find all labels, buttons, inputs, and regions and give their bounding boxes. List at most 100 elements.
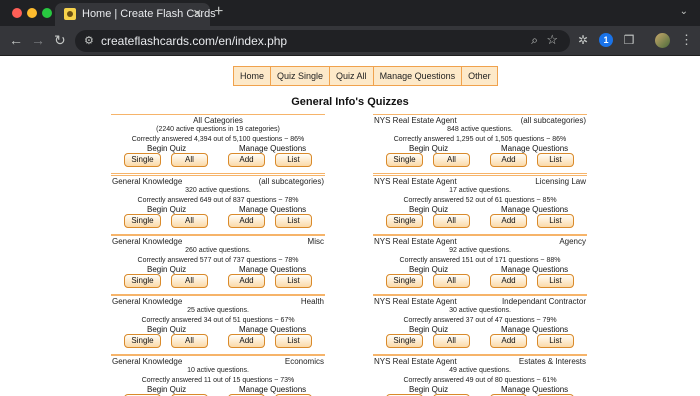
quiz-category-card: All Categories (2240 active questions in … [111, 114, 325, 174]
list-questions-button[interactable]: List [275, 214, 312, 228]
add-question-button[interactable]: Add [228, 274, 265, 288]
extensions-puzzle-icon[interactable]: ❒ [622, 33, 636, 47]
manage-questions-label: Manage Questions [501, 385, 569, 394]
category-name: NYS Real Estate Agent [374, 357, 457, 366]
add-question-button[interactable]: Add [228, 214, 265, 228]
all-quiz-button[interactable]: All [433, 214, 470, 228]
subcategory-name: Agency [559, 237, 586, 246]
begin-quiz-label: Begin Quiz [147, 144, 187, 153]
all-quiz-button[interactable]: All [433, 153, 470, 167]
add-question-button[interactable]: Add [228, 334, 265, 348]
nav-quiz-single[interactable]: Quiz Single [271, 67, 331, 85]
close-window-button[interactable] [12, 8, 22, 18]
all-quiz-button[interactable]: All [171, 334, 208, 348]
quiz-category-card: General Knowledge Economics 10 active ques… [111, 355, 325, 396]
category-name: General Knowledge [112, 237, 183, 246]
list-questions-button[interactable]: List [537, 274, 574, 288]
nav-manage-questions[interactable]: Manage Questions [374, 67, 463, 85]
profile-avatar[interactable] [655, 33, 670, 48]
quiz-category-card: NYS Real Estate Agent Estates & Interests… [373, 355, 587, 396]
all-quiz-button[interactable]: All [433, 334, 470, 348]
address-bar[interactable]: ⚙ createflashcards.com/en/index.php ⌕ ☆ [75, 30, 570, 52]
page-content: Home Quiz Single Quiz All Manage Questio… [0, 57, 700, 396]
correct-answers-stat: Correctly answered 34 out of 51 question… [141, 317, 295, 324]
nav-other[interactable]: Other [462, 67, 497, 85]
browser-titlebar: Home | Create Flash Cards ✕ + ⌄ [0, 0, 700, 26]
list-questions-button[interactable]: List [537, 153, 574, 167]
correct-answers-stat: Correctly answered 151 out of 171 questi… [399, 257, 561, 264]
quiz-category-card: NYS Real Estate Agent Agency 92 active que… [373, 235, 587, 295]
category-name: NYS Real Estate Agent [374, 237, 457, 246]
subcategory-name: Health [300, 297, 324, 306]
list-questions-button[interactable]: List [537, 214, 574, 228]
single-quiz-button[interactable]: Single [386, 153, 423, 167]
browser-menu-icon[interactable]: ⋮ [680, 32, 693, 48]
browser-tab[interactable]: Home | Create Flash Cards ✕ [55, 3, 216, 26]
subcategory-name: Estates & Interests [518, 357, 586, 366]
browser-toolbar: ← → ↻ ⚙ createflashcards.com/en/index.ph… [0, 26, 700, 56]
manage-questions-label: Manage Questions [501, 205, 569, 214]
begin-quiz-label: Begin Quiz [409, 205, 449, 214]
single-quiz-button[interactable]: Single [386, 214, 423, 228]
nav-home[interactable]: Home [234, 67, 272, 85]
list-questions-button[interactable]: List [275, 274, 312, 288]
category-title: All Categories [193, 116, 243, 125]
single-quiz-button[interactable]: Single [124, 334, 161, 348]
single-quiz-button[interactable]: Single [386, 334, 423, 348]
add-question-button[interactable]: Add [490, 334, 527, 348]
subcategory-name: Economics [284, 357, 324, 366]
forward-icon[interactable]: → [31, 32, 45, 48]
begin-quiz-label: Begin Quiz [147, 385, 187, 394]
new-tab-button[interactable]: + [214, 3, 223, 21]
page-title: General Info's Quizzes [291, 96, 409, 108]
add-question-button[interactable]: Add [490, 214, 527, 228]
all-quiz-button[interactable]: All [433, 274, 470, 288]
extension-gear-icon[interactable]: ✲ [576, 33, 590, 47]
add-question-button[interactable]: Add [228, 153, 265, 167]
category-name: General Knowledge [112, 357, 183, 366]
minimize-window-button[interactable] [27, 8, 37, 18]
manage-questions-label: Manage Questions [239, 265, 307, 274]
begin-quiz-label: Begin Quiz [409, 325, 449, 334]
quiz-category-card: General Knowledge Health 25 active questio… [111, 295, 325, 355]
single-quiz-button[interactable]: Single [124, 274, 161, 288]
correct-answers-stat: Correctly answered 1,295 out of 1,505 qu… [393, 136, 567, 143]
url-text[interactable]: createflashcards.com/en/index.php [101, 34, 287, 48]
all-quiz-button[interactable]: All [171, 153, 208, 167]
tab-close-icon[interactable]: ✕ [193, 7, 202, 20]
category-name: General Knowledge [112, 297, 183, 306]
single-quiz-button[interactable]: Single [124, 153, 161, 167]
add-question-button[interactable]: Add [490, 153, 527, 167]
password-manager-icon[interactable]: 1 [599, 33, 613, 47]
list-questions-button[interactable]: List [537, 334, 574, 348]
back-icon[interactable]: ← [9, 32, 23, 48]
site-info-icon[interactable]: ⚙ [84, 34, 94, 47]
category-name: NYS Real Estate Agent [374, 116, 457, 125]
category-name: NYS Real Estate Agent [374, 297, 457, 306]
begin-quiz-label: Begin Quiz [147, 325, 187, 334]
quiz-category-card: General Knowledge (all subcategories) 320 … [111, 175, 325, 235]
all-quiz-button[interactable]: All [171, 274, 208, 288]
nav-quiz-all[interactable]: Quiz All [330, 67, 374, 85]
list-questions-button[interactable]: List [275, 153, 312, 167]
active-questions-count: 30 active questions. [449, 307, 511, 314]
reload-icon[interactable]: ↻ [54, 32, 66, 49]
active-questions-count: (2240 active questions in 19 categories) [156, 126, 280, 133]
add-question-button[interactable]: Add [490, 274, 527, 288]
correct-answers-stat: Correctly answered 37 out of 47 question… [403, 317, 557, 324]
maximize-window-button[interactable] [42, 8, 52, 18]
subcategory-name: Misc [307, 237, 324, 246]
single-quiz-button[interactable]: Single [124, 214, 161, 228]
single-quiz-button[interactable]: Single [386, 274, 423, 288]
list-questions-button[interactable]: List [275, 334, 312, 348]
favicon-icon [64, 8, 76, 20]
subcategory-name: Licensing Law [535, 177, 586, 186]
main-nav: Home Quiz Single Quiz All Manage Questio… [233, 66, 498, 86]
bookmark-star-icon[interactable]: ☆ [546, 32, 558, 48]
zoom-icon[interactable]: ⌕ [531, 33, 538, 48]
manage-questions-label: Manage Questions [239, 144, 307, 153]
tab-search-icon[interactable]: ⌄ [680, 6, 688, 17]
correct-answers-stat: Correctly answered 52 out of 61 question… [403, 197, 557, 204]
all-quiz-button[interactable]: All [171, 214, 208, 228]
category-name: NYS Real Estate Agent [374, 177, 457, 186]
